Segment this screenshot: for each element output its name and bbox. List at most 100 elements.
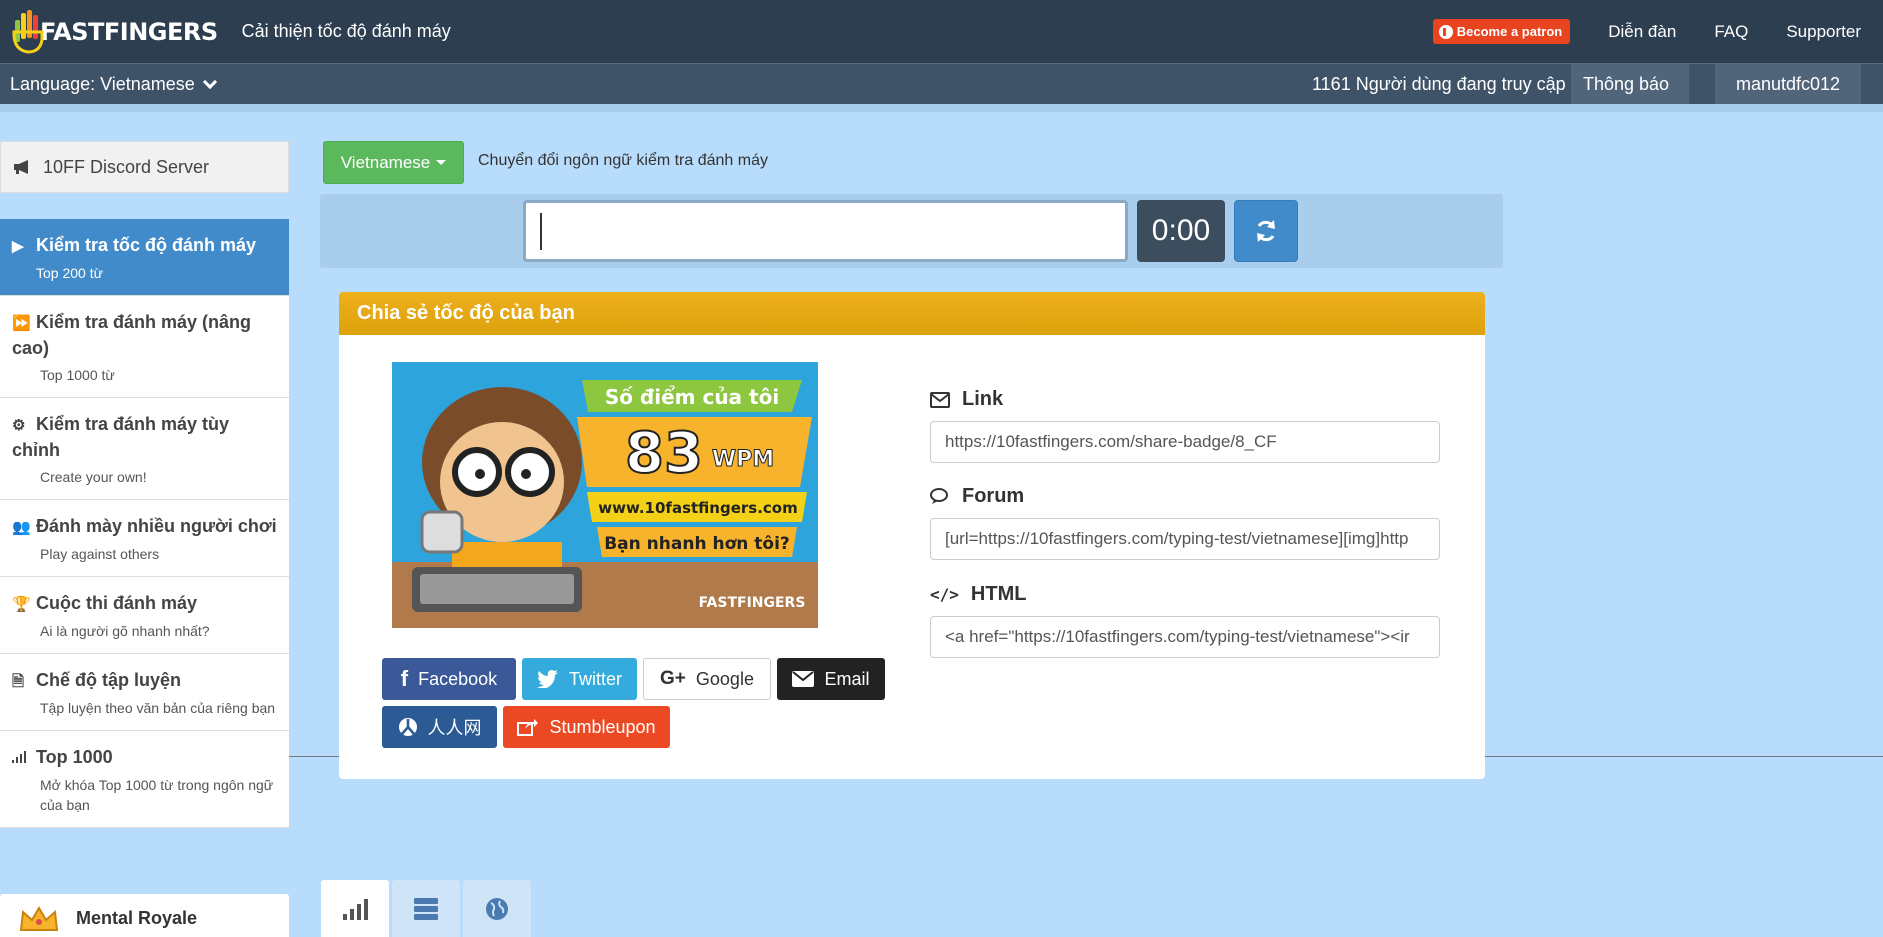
menu-item-practice[interactable]: 🗎 Chế độ tập luyện Tập luyện theo văn bản… (0, 654, 289, 731)
sub-navbar: Language: Vietnamese 1161 Người dùng đan… (0, 63, 1883, 104)
user-menu-button[interactable]: manutdfc012 (1715, 64, 1861, 104)
menu-item-top-1000[interactable]: Top 1000 Mở khóa Top 1000 từ trong ngôn … (0, 731, 289, 828)
nav-forum-link[interactable]: Diễn đàn (1608, 22, 1676, 42)
site-language-select[interactable]: Language: Vietnamese (10, 74, 217, 95)
share-link-field[interactable]: https://10fastfingers.com/share-badge/8_… (930, 421, 1440, 463)
menu-item-subtitle: Mở khóa Top 1000 từ trong ngôn ngữ của b… (40, 777, 274, 813)
nav-faq-link[interactable]: FAQ (1714, 22, 1748, 42)
tab-rankings[interactable] (392, 880, 460, 937)
menu-item-subtitle: Play against others (40, 546, 160, 562)
discord-server-link[interactable]: 10FF Discord Server (0, 141, 289, 193)
twitter-label: Twitter (568, 668, 622, 689)
signal-icon (12, 746, 28, 771)
patreon-icon (1438, 24, 1453, 39)
globe-icon (486, 897, 508, 920)
google-label: Google (695, 668, 754, 689)
html-label-text: HTML (970, 583, 1027, 605)
menu-item-subtitle: Ai là người gõ nhanh nhất? (40, 623, 210, 639)
share-facebook-button[interactable]: f Facebook (382, 658, 516, 700)
top-navbar: FASTFINGERS Cải thiện tốc độ đánh máy Be… (0, 0, 1883, 63)
share-icon (517, 719, 539, 736)
gears-icon: ⚙ (12, 417, 26, 434)
restart-button[interactable] (1234, 200, 1298, 262)
menu-item-advanced-test[interactable]: ⏩ Kiểm tra đánh máy (nâng cao) Top 1000 t… (0, 296, 289, 398)
crown-icon (18, 904, 60, 934)
envelope-icon (792, 671, 815, 687)
site-logo[interactable]: FASTFINGERS (12, 0, 218, 63)
menu-item-title: Top 1000 (36, 747, 113, 767)
menu-item-title: Kiểm tra đánh máy (nâng cao) (12, 312, 252, 358)
test-language-description: Chuyển đổi ngôn ngữ kiểm tra đánh máy (478, 152, 768, 169)
badge-challenge: Bạn nhanh hơn tôi? (604, 534, 790, 554)
share-panel-title: Chia sẻ tốc độ của bạn (339, 292, 1485, 335)
email-label: Email (824, 668, 870, 689)
share-renren-button[interactable]: 人人网 (382, 706, 497, 748)
menu-item-competition[interactable]: 🏆 Cuộc thi đánh máy Ai là người gõ nhanh … (0, 577, 289, 654)
renren-label: 人人网 (427, 718, 482, 738)
html-label: </> HTML (930, 583, 1026, 606)
share-google-button[interactable]: G+ Google (643, 658, 771, 700)
envelope-outline-icon (930, 391, 950, 408)
server-list-icon (414, 897, 438, 920)
share-stumbleupon-button[interactable]: Stumbleupon (503, 706, 670, 748)
menu-item-multiplayer[interactable]: 👥 Đánh mày nhiều người chơi Play against … (0, 500, 289, 577)
typing-input[interactable] (523, 200, 1128, 262)
stumbleupon-label: Stumbleupon (549, 716, 656, 737)
menu-item-subtitle: Tập luyện theo văn bản của riêng bạn (40, 700, 276, 716)
test-language-value: Vietnamese (340, 152, 431, 172)
online-users-count: 1161 Người dùng đang truy cập (1312, 74, 1566, 94)
text-cursor (540, 213, 542, 250)
menu-item-title: Kiểm tra tốc độ đánh máy (36, 235, 257, 255)
share-html-field[interactable]: <a href="https://10fastfingers.com/typin… (930, 616, 1440, 658)
badge-logo: FASTFINGERS (699, 595, 806, 611)
menu-item-speed-test[interactable]: ▶ Kiểm tra tốc độ đánh máy Top 200 từ (0, 219, 289, 296)
results-tabs (321, 880, 534, 937)
bar-chart-icon (343, 898, 368, 920)
site-language-label: Language: Vietnamese (10, 74, 195, 94)
patron-label: Become a patron (1456, 24, 1563, 39)
code-icon: </> (930, 585, 959, 604)
forum-label-text: Forum (962, 485, 1025, 507)
mental-royale-promo[interactable]: Mental Royale (0, 894, 289, 937)
menu-item-title: Kiểm tra đánh máy tùy chỉnh (12, 414, 230, 460)
caret-down-icon (436, 160, 447, 165)
document-icon: 🗎 (12, 673, 25, 690)
facebook-icon: f (400, 666, 409, 691)
trophy-icon: 🏆 (12, 596, 31, 613)
link-label: Link (930, 388, 1003, 411)
menu-item-subtitle: Create your own! (40, 469, 147, 485)
sidebar: 10FF Discord Server ▶ Kiểm tra tốc độ đán… (0, 141, 289, 937)
discord-label: 10FF Discord Server (43, 156, 210, 177)
share-twitter-button[interactable]: Twitter (522, 658, 637, 700)
menu-item-title: Cuộc thi đánh máy (36, 593, 198, 613)
tab-statistics[interactable] (321, 880, 389, 937)
typing-input-row: 0:00 (320, 194, 1503, 268)
google-plus-icon: G+ (660, 668, 686, 689)
notifications-button[interactable]: Thông báo (1571, 64, 1689, 104)
hand-logo-icon (12, 9, 46, 54)
badge-site: www.10fastfingers.com (598, 499, 798, 517)
menu-item-custom-test[interactable]: ⚙ Kiểm tra đánh máy tùy chỉnh Create your… (0, 398, 289, 500)
share-email-button[interactable]: Email (777, 658, 885, 700)
timer-display: 0:00 (1137, 200, 1225, 262)
site-tagline: Cải thiện tốc độ đánh máy (241, 21, 451, 41)
comments-icon (930, 487, 948, 504)
nav-supporter-link[interactable]: Supporter (1786, 22, 1861, 42)
forum-label: Forum (930, 485, 1024, 508)
users-icon: 👥 (12, 519, 31, 536)
test-language-dropdown[interactable]: Vietnamese (323, 141, 464, 184)
badge-unit: WPM (712, 447, 774, 472)
header-divider (0, 104, 1883, 112)
test-menu: ▶ Kiểm tra tốc độ đánh máy Top 200 từ ⏩ Ki… (0, 219, 289, 828)
tab-world[interactable] (463, 880, 531, 937)
mental-royale-title: Mental Royale (76, 908, 198, 928)
become-patron-button[interactable]: Become a patron (1432, 19, 1571, 44)
share-panel: Chia sẻ tốc độ của bạn Số điểm của tôi 8… (339, 292, 1485, 779)
logo-wordmark: FASTFINGERS (40, 17, 218, 46)
menu-item-subtitle: Top 200 từ (36, 265, 103, 281)
megaphone-icon (13, 159, 33, 175)
link-label-text: Link (962, 388, 1004, 410)
refresh-icon (1257, 220, 1275, 242)
share-forum-field[interactable]: [url=https://10fastfingers.com/typing-te… (930, 518, 1440, 560)
facebook-label: Facebook (418, 668, 498, 689)
